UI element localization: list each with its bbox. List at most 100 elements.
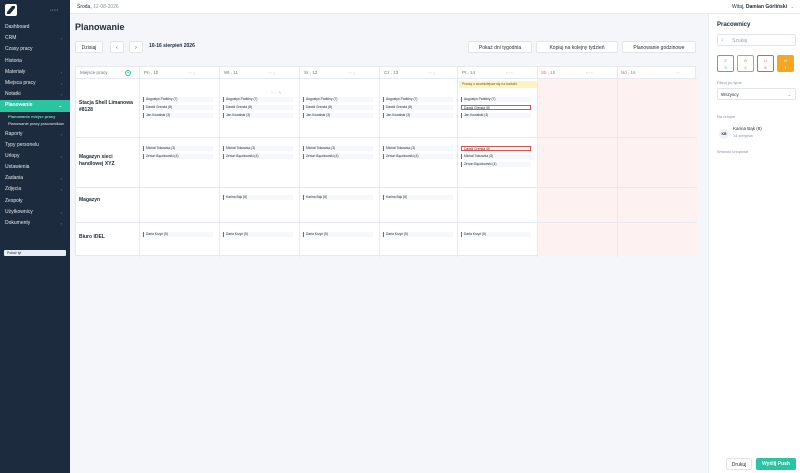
employee-chip[interactable]: Augustyn Parkitny (7) [383,97,453,102]
app-logo[interactable] [5,4,17,16]
show-days-button[interactable]: Pokaż dni tygodnia [468,41,532,53]
employee-chip[interactable]: Jan Kowalski (3) [143,113,213,118]
sidebar-subitem-planowanie-pracownikow[interactable]: Planowanie pracy pracowników [0,121,70,127]
row-divider [76,137,697,138]
today-button[interactable]: Dzisiaj [75,41,103,53]
employee-chip-conflict[interactable]: Dawid Grenda (8) [461,146,531,151]
employee-chip[interactable]: Daria Krzyż (5) [143,232,213,237]
employee-chip[interactable]: Dawid Grenda (8) [383,105,453,110]
employee-chip[interactable]: Jan Kowalski (3) [223,113,293,118]
sidebar-item-label: Czasy pracy [5,46,33,53]
employee-chip[interactable]: Zenon Bączkowski (4) [303,154,373,159]
status-filter-u[interactable]: U6 [757,55,774,72]
sidebar-item-zdjecia[interactable]: Zdjęcia › [0,184,70,195]
employee-chip[interactable]: Dawid Grenda (8) [143,105,213,110]
employee-chip[interactable]: Michał Tokuszka (3) [461,154,531,159]
weekend-bg-sun [617,79,697,256]
employee-chip[interactable]: Daria Krzyż (5) [303,232,373,237]
employee-chip[interactable]: Karina Bąk (8) [383,195,453,200]
employee-chip[interactable]: Dawid Grenda (8) [303,105,373,110]
day-tools-icon[interactable]: ▫ ◦ ▫ [188,70,194,75]
sidebar-item-label: Urlopy [5,152,20,159]
status-filter-w[interactable]: W6 [737,55,754,72]
employee-chip-conflict[interactable]: Dawid Grenda (8) [461,105,531,110]
hourly-planning-button[interactable]: Planowanie godzinowe [622,41,696,53]
location-row-label[interactable]: Magazyn sieci handlowej XYZ [79,154,137,168]
cell-tools-icon[interactable]: + ▫ ◦ ✎ [271,91,281,95]
sidebar-item-zadania[interactable]: Zadania › [0,173,70,184]
grid-divider [379,67,380,257]
employee-chip[interactable]: Zenon Bączkowski (4) [143,154,213,159]
day-tools-icon[interactable]: ▫ ◦ ▫ [268,70,274,75]
employee-chip[interactable]: Augustyn Parkitny (7) [461,97,531,102]
type-filter-select[interactable]: Wszyscy ⌄ [717,88,796,100]
employee-chip[interactable]: Augustyn Parkitny (7) [143,97,213,102]
sidebar-item-historia[interactable]: Historia [0,56,70,67]
chevron-down-icon: ⌄ [58,103,62,109]
employee-chip[interactable]: Zenon Bączkowski (4) [223,154,293,159]
employee-chip[interactable]: Michał Tokuszka (3) [143,146,213,151]
sidebar-subitem-planowanie-miejsc[interactable]: Planowanie miejsc pracy [0,114,70,120]
status-filter-n[interactable]: N1 [777,55,794,72]
employee-chip[interactable]: Zenon Bączkowski (4) [461,162,531,167]
employee-chip[interactable]: Dawid Grenda (8) [223,105,293,110]
user-menu[interactable]: Witaj, Damian Górliński [732,4,787,10]
chevron-right-icon: › [60,69,62,75]
sidebar-item-raporty[interactable]: Raporty › [0,129,70,140]
current-date: Środa, 12-08-2026 [77,4,119,10]
employee-chip[interactable]: Daria Krzyż (5) [223,232,293,237]
copy-next-week-button[interactable]: Kopiuj na kolejny tydzień [536,41,618,53]
sidebar-item-urlopy[interactable]: Urlopy › [0,151,70,162]
status-filter-z[interactable]: Z3 [717,55,734,72]
sidebar-item-zespoly[interactable]: Zespoły [0,196,70,207]
employee-chip[interactable]: Karina Bąk (8) [303,195,373,200]
day-tools-icon[interactable]: ▫ ◦ ▫ [428,70,434,75]
employee-chip[interactable]: Augustyn Parkitny (7) [223,97,293,102]
next-week-button[interactable]: › [129,41,143,53]
employee-chip[interactable]: Jan Kowalski (3) [383,113,453,118]
filter-label: Filtruj po typie [717,80,742,85]
employee-chip[interactable]: Jan Kowalski (3) [303,113,373,118]
sidebar-item-typy-personelu[interactable]: Typy personelu [0,140,70,151]
day-tools-icon[interactable]: ▫ ◦ [676,70,680,75]
sidebar-item-uzytkownicy[interactable]: Użytkownicy › [0,207,70,218]
sidebar-item-notatki[interactable]: Notatki › [0,89,70,100]
sidebar-item-miejsca-pracy[interactable]: Miejsca pracy › [0,78,70,89]
sidebar-item-czasy-pracy[interactable]: Czasy pracy [0,44,70,55]
employee-search-input[interactable]: Szukaj [717,34,796,46]
location-row-label[interactable]: Stacja Shell Limanowa #8128 [79,100,137,114]
employee-chip[interactable]: Daria Krzyż (5) [383,232,453,237]
chevron-right-icon: › [60,131,62,137]
employee-chip[interactable]: Jan Kowalski (3) [461,113,531,118]
sidebar-toggle-button[interactable]: Pokaż tył [4,250,66,256]
employee-chip[interactable]: Karina Bąk (8) [223,195,293,200]
sidebar-item-dokumenty[interactable]: Dokumenty › [0,218,70,229]
day-tools-icon[interactable]: ▫ ◦ ▫ [586,70,592,75]
add-location-icon[interactable]: + [125,70,131,76]
employee-chip[interactable]: Michał Tokuszka (3) [303,146,373,151]
employee-chip[interactable]: Augustyn Parkitny (7) [303,97,373,102]
sidebar-item-dashboard[interactable]: Dashboard [0,22,70,33]
chevron-right-icon: › [60,187,62,193]
employee-chip[interactable]: Michał Tokuszka (3) [383,146,453,151]
employee-chip[interactable]: Zenon Bączkowski (4) [383,154,453,159]
status-letter: Z [724,58,727,63]
day-tools-icon[interactable]: ▫ ◦ ▫ [348,70,354,75]
sidebar-item-label: Zdjęcia [5,186,22,193]
location-row-label[interactable]: Magazyn [79,197,137,204]
location-row-label[interactable]: Biuro IDEL [79,234,137,241]
send-push-button[interactable]: Wyślij Push [756,458,796,470]
prev-week-button[interactable]: ‹ [110,41,124,53]
day-tools-icon[interactable]: ▫ ◦ ▫ [506,70,512,75]
employee-chip[interactable]: Michał Tokuszka (3) [223,146,293,151]
print-button[interactable]: Drukuj [726,458,752,470]
sidebar-item-ustawienia[interactable]: Ustawienia [0,162,70,173]
leave-person-name[interactable]: Karina Bąk (8) [733,126,762,131]
sidebar-item-planowanie[interactable]: Planowanie ⌄ [0,100,70,112]
sidebar-item-materialy[interactable]: Materiały › [0,67,70,78]
sidebar-item-label: Dashboard [5,24,30,30]
sidebar-item-crm[interactable]: CRM › [0,33,70,44]
employee-chip[interactable]: Daria Krzyż (5) [461,232,531,237]
chevron-down-icon[interactable]: ⌄ [791,4,794,9]
notice-banner[interactable]: Proszę o wcześniejsze się na kontakt [459,81,537,88]
